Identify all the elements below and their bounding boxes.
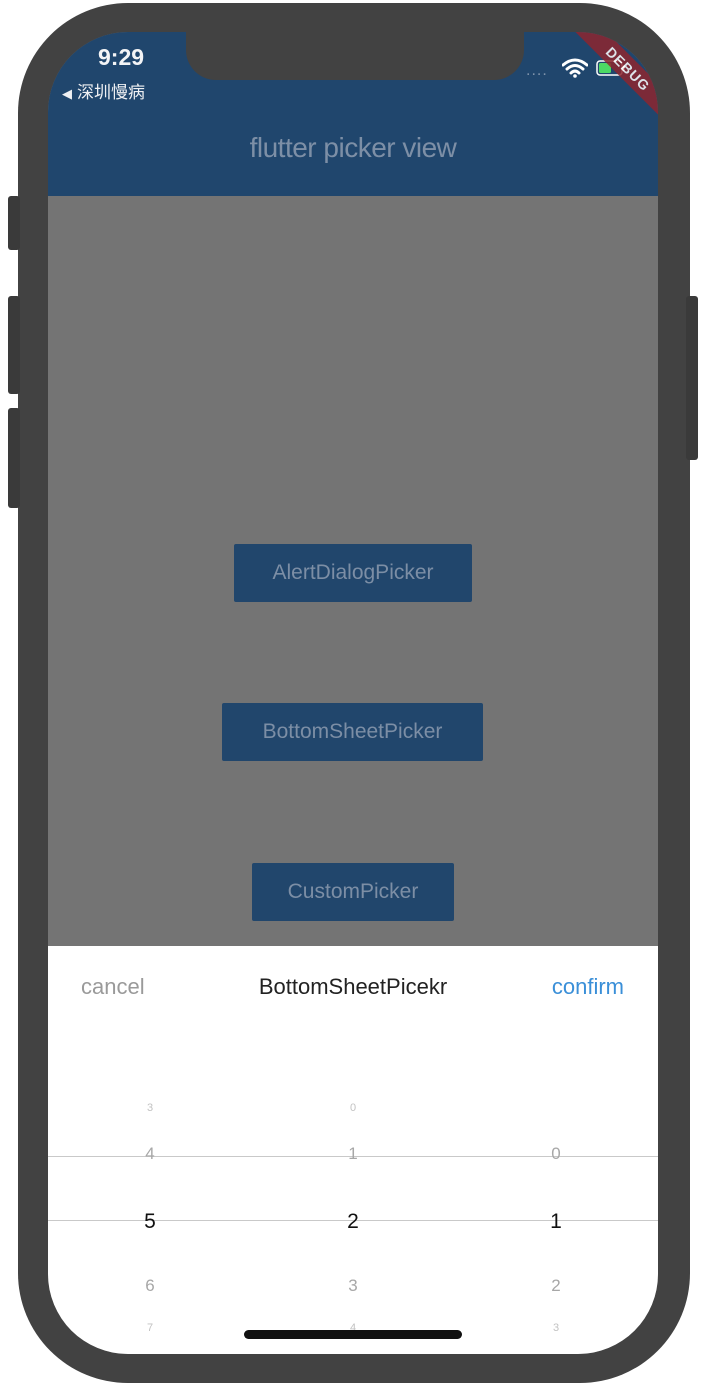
notch: [186, 32, 524, 80]
cellular-signal-icon: ....: [526, 62, 548, 79]
picker-item: 0: [349, 1102, 357, 1114]
picker-item: 2: [551, 1276, 561, 1295]
volume-up-button: [8, 296, 20, 394]
picker-column-2[interactable]: 0 1 2 3 4: [251, 1066, 455, 1346]
custom-picker-button[interactable]: CustomPicker: [252, 863, 454, 921]
bottom-sheet: cancel BottomSheetPicekr confirm 3 4 5 6…: [48, 946, 658, 1354]
picker-column-3[interactable]: 0 1 2 3: [454, 1066, 658, 1346]
picker-item: 6: [145, 1276, 155, 1295]
page-title: flutter picker view: [249, 132, 457, 163]
wifi-icon: [562, 58, 588, 78]
back-app-label: 深圳慢病: [77, 83, 145, 102]
home-indicator[interactable]: [244, 1330, 462, 1339]
debug-banner: DEBUG: [570, 32, 658, 127]
screen: 9:29 ◀ 深圳慢病 .... DEBUG flutter picker vie…: [48, 32, 658, 1354]
picker-item: 3: [146, 1102, 154, 1114]
status-time: 9:29: [98, 44, 145, 70]
picker-column-1[interactable]: 3 4 5 6 7: [48, 1066, 252, 1346]
back-arrow-icon: ◀: [62, 86, 72, 101]
bottom-sheet-picker-button[interactable]: BottomSheetPicker: [222, 703, 483, 761]
picker-item: 0: [551, 1144, 561, 1163]
picker-item: 7: [146, 1322, 154, 1334]
power-button: [686, 296, 698, 460]
picker-item: 3: [348, 1276, 358, 1295]
app-bar: 9:29 ◀ 深圳慢病 .... DEBUG flutter picker vie…: [48, 32, 658, 196]
alert-dialog-picker-button[interactable]: AlertDialogPicker: [234, 544, 472, 602]
picker-item: 3: [552, 1322, 560, 1334]
picker-item-selected: 1: [550, 1210, 562, 1233]
picker-item-selected: 2: [347, 1210, 359, 1233]
mute-switch: [8, 196, 20, 250]
confirm-button[interactable]: confirm: [552, 974, 624, 1000]
back-to-app-link[interactable]: ◀ 深圳慢病: [62, 78, 145, 103]
picker-item: 4: [145, 1144, 155, 1163]
volume-down-button: [8, 408, 20, 508]
picker-wheel: 3 4 5 6 7 0 1 2 3 4 0 1 2 3: [48, 1066, 658, 1346]
picker-item: 1: [348, 1144, 358, 1163]
picker-item-selected: 5: [144, 1210, 156, 1233]
